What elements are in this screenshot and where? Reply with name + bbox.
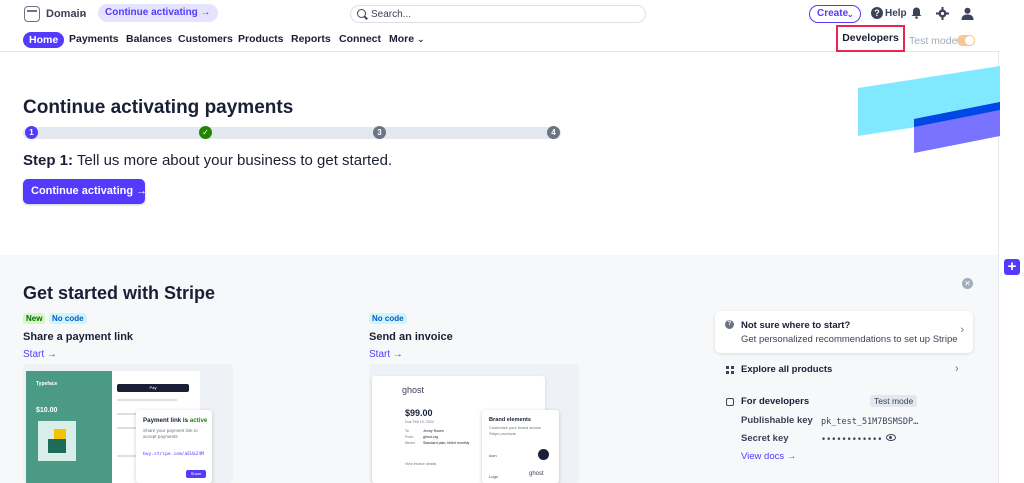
step-4-indicator: 4 — [547, 126, 560, 139]
domain-icon[interactable] — [24, 6, 40, 22]
test-mode-badge: Test mode — [870, 395, 918, 407]
nav-more-label: More — [389, 33, 415, 45]
invoice-to-label: To — [405, 429, 409, 433]
continue-activating-button[interactable]: Continue activating → — [23, 179, 147, 204]
step-3-indicator: 3 — [373, 126, 386, 139]
nav-payments[interactable]: Payments — [69, 33, 119, 45]
brand-elements-desc: Customize your brand across Stripe produ… — [489, 425, 542, 436]
top-bar: Domain ⌄ Continue activating → Search...… — [0, 0, 1024, 28]
chevron-down-icon[interactable]: ⌄ — [78, 6, 87, 19]
help-button[interactable]: Help — [885, 8, 907, 19]
grid-icon — [726, 366, 734, 374]
no-code-badge: No code — [369, 313, 407, 324]
help-icon[interactable]: ? — [871, 7, 883, 19]
step-text: Tell us more about your business to get … — [73, 152, 393, 169]
nav-reports[interactable]: Reports — [291, 33, 331, 45]
recommendations-subtitle: Get personalized recommendations to set … — [741, 334, 958, 345]
invoice-title: Send an invoice — [369, 331, 453, 343]
invoice-brand: ghost — [402, 385, 425, 395]
plus-icon[interactable]: + — [1004, 259, 1020, 275]
explore-products-link[interactable]: Explore all products — [741, 364, 832, 375]
product-block — [48, 439, 66, 453]
chevron-right-icon[interactable]: › — [955, 363, 959, 375]
invoice-to-value: Jenny Rosen — [423, 429, 444, 433]
search-input[interactable]: Search... — [350, 5, 646, 23]
invoice-view-link: View invoice details — [405, 462, 437, 466]
step-description: Step 1: Tell us more about your business… — [23, 152, 392, 169]
code-icon — [726, 398, 734, 406]
check-icon: ✓ — [199, 126, 212, 139]
payment-link-popup: Payment link is active Share your paymen… — [136, 410, 212, 483]
gear-icon[interactable] — [936, 7, 949, 20]
nav-home[interactable]: Home — [23, 32, 65, 48]
page-title: Continue activating payments — [23, 97, 294, 118]
invoice-from-value: ghost.org — [423, 435, 438, 439]
bell-icon[interactable] — [911, 7, 922, 19]
test-mode-toggle[interactable] — [957, 35, 975, 46]
popup-url: buy.stripe.com/aEUa24M — [143, 452, 204, 457]
checkout-panel: Typeface $10.00 — [26, 371, 112, 483]
brand-logo-value: ghost — [529, 471, 544, 477]
new-badge: New — [23, 313, 46, 324]
chevron-right-icon: › — [960, 324, 964, 336]
preview-brand: Typeface — [36, 381, 58, 387]
nav-customers[interactable]: Customers — [178, 33, 233, 45]
share-button: Share — [186, 470, 206, 478]
popup-description: Share your payment link to accept paymen… — [143, 428, 198, 439]
get-started-title: Get started with Stripe — [23, 283, 216, 303]
popup-status: active — [189, 417, 208, 424]
user-icon[interactable] — [961, 7, 974, 20]
eye-icon[interactable] — [886, 434, 896, 441]
recommendations-title: Not sure where to start? — [741, 320, 851, 331]
search-icon — [357, 9, 366, 18]
invoice-memo-label: Memo — [405, 441, 415, 445]
brand-icon-label: Icon — [489, 453, 497, 458]
question-icon: ? — [725, 320, 734, 329]
close-icon[interactable]: ✕ — [962, 278, 973, 289]
popup-title-text: Payment link is — [143, 417, 190, 424]
secret-key-value[interactable]: •••••••••••• — [821, 435, 882, 445]
continue-activating-pill[interactable]: Continue activating → — [98, 4, 218, 22]
test-mode-label: Test mode — [909, 35, 958, 47]
search-placeholder: Search... — [371, 9, 412, 20]
recommendations-card[interactable]: ? Not sure where to start? Get personali… — [715, 311, 973, 353]
form-line — [117, 399, 177, 401]
view-docs-link[interactable]: View docs → — [741, 451, 796, 462]
step-label: Step 1: — [23, 152, 74, 169]
publishable-key-value[interactable]: pk_test_51M7BSMSDP… — [821, 417, 918, 427]
invoice-memo-value: Standard plan, billed monthly — [423, 441, 470, 445]
publishable-key-label: Publishable key — [741, 415, 813, 426]
payment-link-start[interactable]: Start → — [23, 349, 57, 360]
product-block — [54, 429, 66, 439]
secret-key-label: Secret key — [741, 433, 789, 444]
payment-link-title: Share a payment link — [23, 331, 134, 343]
nav-more[interactable]: More ⌄ — [389, 33, 425, 45]
brand-logo-label: Logo — [489, 474, 498, 479]
nav-balances[interactable]: Balances — [126, 33, 172, 45]
chevron-down-icon: ⌄ — [846, 9, 854, 19]
invoice-due: Due Feb 10, 2024 — [405, 420, 434, 424]
invoice-amount: $99.00 — [405, 408, 433, 418]
invoice-start[interactable]: Start → — [369, 349, 403, 360]
step-1-indicator: 1 — [25, 126, 38, 139]
create-label: Create — [817, 8, 849, 19]
popup-title: Payment link is active — [143, 417, 207, 424]
developers-link[interactable]: Developers — [836, 25, 905, 52]
invoice-from-label: From — [405, 435, 414, 439]
nav-connect[interactable]: Connect — [339, 33, 381, 45]
preview-price: $10.00 — [36, 407, 58, 414]
invoice-preview: ghost $99.00 Due Feb 10, 2024 To Jenny R… — [369, 364, 579, 483]
chevron-down-icon: ⌄ — [417, 34, 425, 44]
brand-elements-title: Brand elements — [489, 417, 531, 423]
payment-link-preview: Typeface $10.00 Pay Payment link is acti… — [23, 364, 233, 483]
create-button[interactable]: Create ⌄ — [809, 5, 861, 23]
preview-pay-button: Pay — [117, 384, 189, 392]
developers-title: For developers — [741, 396, 810, 407]
nav-products[interactable]: Products — [238, 33, 284, 45]
activation-progress-bar — [23, 127, 561, 139]
brand-elements-popup: Brand elements Customize your brand acro… — [482, 410, 559, 483]
brand-icon-swatch — [538, 449, 549, 460]
hero-illustration — [858, 66, 1000, 153]
no-code-badge: No code — [49, 313, 87, 324]
